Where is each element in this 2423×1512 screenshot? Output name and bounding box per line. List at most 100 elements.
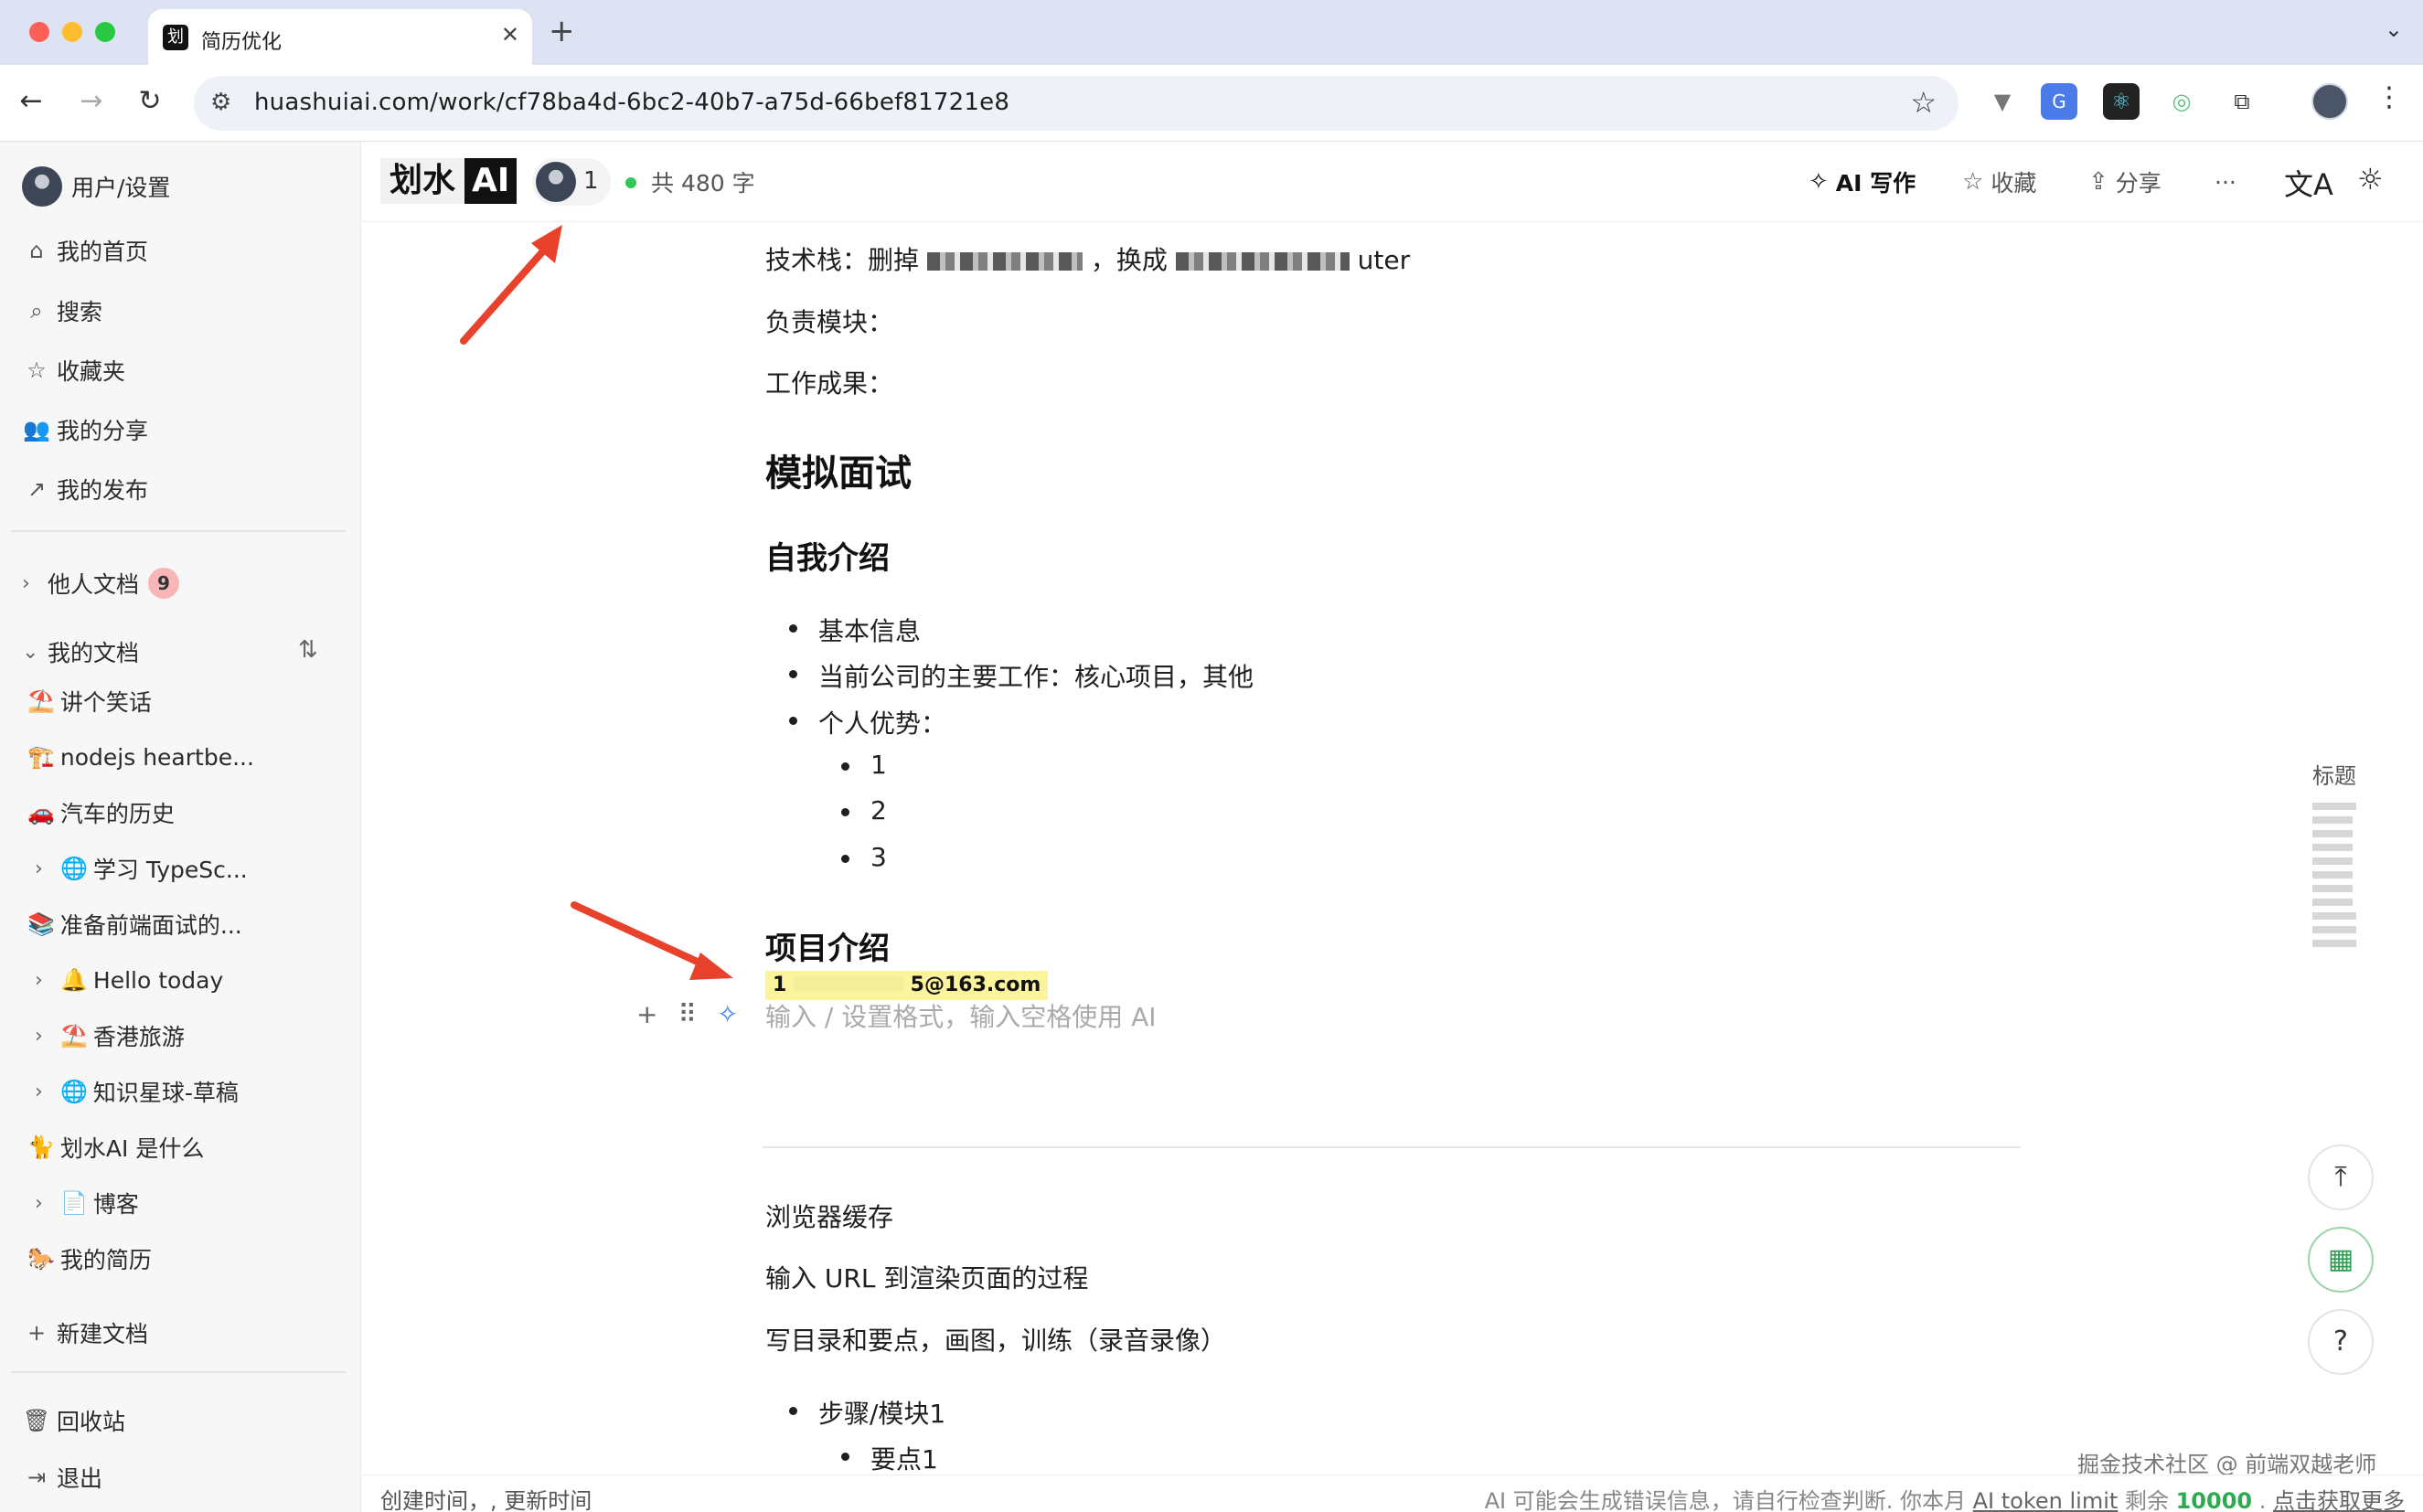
tech-stack-line[interactable]: 技术栈：删掉 ，换成 uter	[765, 240, 1410, 277]
token-limit-link[interactable]: AI token limit	[1973, 1488, 2119, 1512]
outline-entry[interactable]	[2312, 885, 2353, 892]
sidebar-item-shares[interactable]: 👥 我的分享	[22, 407, 148, 453]
outline-panel[interactable]: 标题	[2312, 758, 2367, 953]
window-minimize-button[interactable]	[62, 22, 82, 42]
sidebar-item-search[interactable]: ⌕ 搜索	[22, 288, 102, 334]
sort-icon[interactable]: ⇅	[298, 636, 318, 664]
editor[interactable]: 技术栈：删掉 ，换成 uter 负责模块： 工作成果： 模拟面试 自我介绍 基本…	[362, 222, 2423, 1475]
list-item[interactable]: 要点1	[841, 1440, 938, 1476]
favorite-button[interactable]: ☆ 收藏	[1962, 164, 2036, 200]
outline-entry[interactable]	[2312, 830, 2353, 837]
list-item[interactable]: 步骤/模块1	[788, 1394, 945, 1431]
sidebar-doc-item[interactable]: › 📄 博客	[35, 1180, 139, 1226]
doc-emoji-icon: 🏗️	[27, 744, 55, 770]
outline-entry[interactable]	[2312, 844, 2353, 851]
list-item[interactable]: 2	[841, 795, 887, 825]
outline-entry[interactable]	[2312, 871, 2353, 878]
module-line[interactable]: 负责模块：	[765, 303, 893, 339]
editor-placeholder[interactable]: 输入 / 设置格式，输入空格使用 AI	[765, 997, 1157, 1034]
profile-avatar[interactable]	[2311, 83, 2348, 120]
text-span: ，换成	[1090, 245, 1168, 275]
sidebar-doc-item[interactable]: 🚗 汽车的历史	[27, 790, 175, 836]
outline-entry[interactable]	[2312, 857, 2353, 865]
sidebar-doc-item[interactable]: › 🌐 学习 TypeSc...	[35, 846, 248, 891]
paragraph[interactable]: 写目录和要点，画图，训练（录音录像）	[765, 1321, 1226, 1358]
scroll-top-button[interactable]: ⤒	[2308, 1145, 2374, 1210]
react-devtools-icon[interactable]: ⚛	[2103, 83, 2140, 120]
qrcode-button[interactable]: ▦	[2308, 1227, 2374, 1293]
outline-entry[interactable]	[2312, 912, 2356, 920]
add-block-icon[interactable]: +	[636, 999, 657, 1029]
browser-tab[interactable]: 划 简历优化 ✕	[148, 9, 532, 65]
trash-icon: 🗑	[22, 1408, 51, 1433]
list-item[interactable]: 1	[841, 750, 887, 780]
ai-write-button[interactable]: ✧ AI 写作	[1809, 164, 1916, 200]
forward-arrow-icon[interactable]: →	[73, 83, 110, 120]
outline-entry[interactable]	[2312, 816, 2353, 824]
sidebar-doc-item[interactable]: 🐎 我的简历	[27, 1236, 152, 1282]
sidebar-item-published[interactable]: ↗ 我的发布	[22, 466, 148, 512]
sidebar-doc-item[interactable]: › ⛱️ 香港旅游	[35, 1013, 185, 1059]
sidebar-item-favorites[interactable]: ☆ 收藏夹	[22, 347, 125, 393]
back-arrow-icon[interactable]: ←	[13, 83, 49, 120]
close-icon[interactable]: ✕	[501, 22, 519, 48]
theme-sun-icon[interactable]: ☼	[2357, 162, 2384, 197]
others-docs-group[interactable]: › 他人文档 9	[22, 560, 180, 606]
sidebar-doc-item[interactable]: › 🔔 Hello today	[35, 957, 223, 1003]
new-doc-button[interactable]: + 新建文档	[22, 1310, 148, 1356]
browser-menu-icon[interactable]: ⋮	[2375, 81, 2403, 113]
list-item[interactable]: 当前公司的主要工作：核心项目，其他	[788, 657, 1254, 694]
window-zoom-button[interactable]	[95, 22, 115, 42]
address-bar[interactable]: ⚙ huashuiai.com/work/cf78ba4d-6bc2-40b7-…	[194, 76, 1959, 131]
sidebar-doc-item[interactable]: ⛱️ 讲个笑话	[27, 678, 152, 724]
extension-circle-icon[interactable]: ◎	[2163, 83, 2200, 120]
heading-project-intro[interactable]: 项目介绍	[765, 923, 890, 968]
chevron-right-icon[interactable]: ›	[35, 857, 55, 880]
new-tab-button[interactable]: +	[549, 13, 575, 49]
chevron-right-icon[interactable]: ›	[35, 1025, 55, 1048]
translate-icon[interactable]: 文A	[2284, 162, 2333, 204]
outline-entry[interactable]	[2312, 899, 2353, 906]
heading-mock-interview[interactable]: 模拟面试	[765, 443, 912, 496]
app-logo[interactable]: 划水 AI	[380, 158, 518, 204]
reload-icon[interactable]: ↻	[132, 83, 168, 120]
vue-devtools-icon[interactable]: ▼	[1984, 83, 2021, 120]
extensions-puzzle-icon[interactable]: ⧉	[2224, 83, 2260, 120]
heading-self-intro[interactable]: 自我介绍	[765, 533, 890, 578]
outline-entry[interactable]	[2312, 926, 2356, 933]
my-docs-group[interactable]: ⌄ 我的文档	[22, 629, 139, 675]
sidebar-doc-item[interactable]: 🐈 划水AI 是什么	[27, 1124, 204, 1170]
ai-sparkle-icon[interactable]: ✧	[717, 999, 738, 1029]
trash-button[interactable]: 🗑 回收站	[22, 1398, 125, 1443]
paragraph[interactable]: 输入 URL 到渲染页面的过程	[765, 1259, 1088, 1295]
collaborators-indicator[interactable]: 1	[532, 158, 611, 206]
site-info-icon[interactable]: ⚙	[210, 89, 231, 116]
chevron-right-icon[interactable]: ›	[35, 1081, 55, 1103]
get-more-link[interactable]: 点击获取更多	[2273, 1488, 2405, 1512]
logout-button[interactable]: ⇥ 退出	[22, 1454, 102, 1500]
chevron-right-icon[interactable]: ›	[35, 969, 55, 992]
share-button[interactable]: ⇪ 分享	[2088, 164, 2161, 200]
sidebar-doc-item[interactable]: 📚 准备前端面试的...	[27, 901, 242, 947]
list-item[interactable]: 个人优势：	[788, 704, 946, 740]
translate-extension-icon[interactable]: G	[2041, 83, 2077, 120]
bookmark-star-icon[interactable]: ☆	[1910, 85, 1937, 120]
sidebar-item-home[interactable]: ⌂ 我的首页	[22, 228, 148, 273]
chevron-down-icon[interactable]: ⌄	[2385, 16, 2403, 42]
email-highlight[interactable]: 1 5@163.com	[765, 971, 1049, 1000]
user-settings[interactable]: 用户/设置	[22, 164, 170, 209]
more-button[interactable]: ···	[2215, 164, 2236, 200]
help-button[interactable]: ?	[2308, 1309, 2374, 1375]
sidebar-doc-item[interactable]: 🏗️ nodejs heartbe...	[27, 734, 254, 780]
drag-handle-icon[interactable]: ⠿	[678, 999, 697, 1029]
list-item[interactable]: 基本信息	[788, 612, 921, 648]
sidebar-doc-item[interactable]: › 🌐 知识星球-草稿	[35, 1069, 239, 1114]
results-line[interactable]: 工作成果：	[765, 364, 893, 400]
chevron-right-icon[interactable]: ›	[35, 1192, 55, 1215]
outline-entry[interactable]	[2312, 940, 2356, 947]
list-item[interactable]: 3	[841, 842, 887, 872]
outline-entry[interactable]	[2312, 803, 2356, 810]
paragraph[interactable]: 浏览器缓存	[765, 1198, 893, 1234]
window-close-button[interactable]	[29, 22, 49, 42]
url-text[interactable]: huashuiai.com/work/cf78ba4d-6bc2-40b7-a7…	[254, 89, 1009, 116]
